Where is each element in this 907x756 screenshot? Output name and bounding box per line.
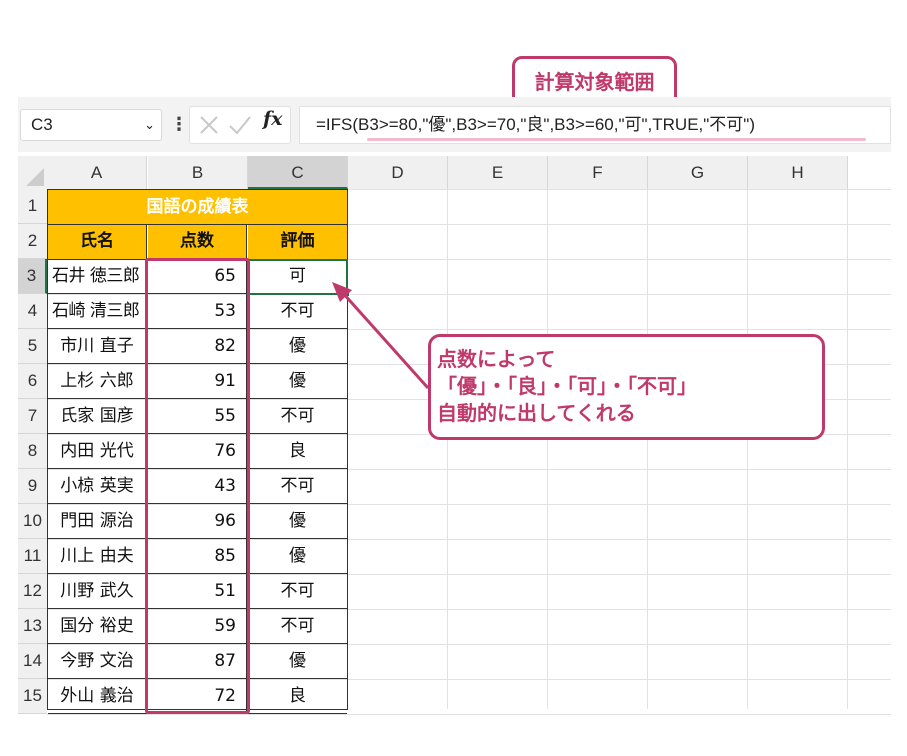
row-header-9[interactable]: 9 [18,469,47,504]
more-options-icon[interactable]: ⋮ [170,111,188,139]
row-header-8[interactable]: 8 [18,434,47,469]
row-header-3[interactable]: 3 [18,259,47,294]
explanation-line-1: 点数によって [437,347,556,371]
gridline [747,189,748,709]
gridline [447,189,448,709]
column-header-f[interactable]: F [548,156,648,189]
row-header-2[interactable]: 2 [18,224,47,259]
score-range-highlight [145,258,250,714]
row-header-15[interactable]: 15 [18,679,47,714]
chevron-down-icon[interactable]: ⌄ [144,110,155,140]
gridline [47,714,891,715]
gridline [547,189,548,709]
cancel-icon[interactable] [198,114,220,136]
column-header-a[interactable]: A [47,156,147,189]
row-header-1[interactable]: 1 [18,189,47,224]
column-header-e[interactable]: E [448,156,548,189]
row-header-10[interactable]: 10 [18,504,47,539]
explanation-callout: 点数によって 「優」・「良」・「可」・「不可」 自動的に出してくれる [428,334,825,440]
row-header-14[interactable]: 14 [18,644,47,679]
explanation-line-3: 自動的に出してくれる [437,401,636,425]
row-header-13[interactable]: 13 [18,609,47,644]
row-header-6[interactable]: 6 [18,364,47,399]
arrow-icon [332,282,430,390]
gridline [647,189,648,709]
row-header-5[interactable]: 5 [18,329,47,364]
title-divider [47,224,348,225]
column-header-b[interactable]: B [148,156,248,189]
name-box[interactable]: C3 ⌄ [20,109,162,141]
column-header-d[interactable]: D [348,156,448,189]
column-header-c[interactable]: C [248,156,348,189]
column-header-h[interactable]: H [748,156,848,189]
row-header-4[interactable]: 4 [18,294,47,329]
column-header-g[interactable]: G [648,156,748,189]
name-box-value: C3 [31,115,53,134]
row-header-11[interactable]: 11 [18,539,47,574]
range-underline [367,138,866,141]
select-all-corner[interactable] [18,156,47,189]
insert-function-icon[interactable]: fx [263,108,283,130]
row-header-12[interactable]: 12 [18,574,47,609]
gridline [847,189,848,709]
row-header-7[interactable]: 7 [18,399,47,434]
enter-check-icon[interactable] [228,114,252,136]
explanation-line-2: 「優」・「良」・「可」・「不可」 [437,374,697,398]
